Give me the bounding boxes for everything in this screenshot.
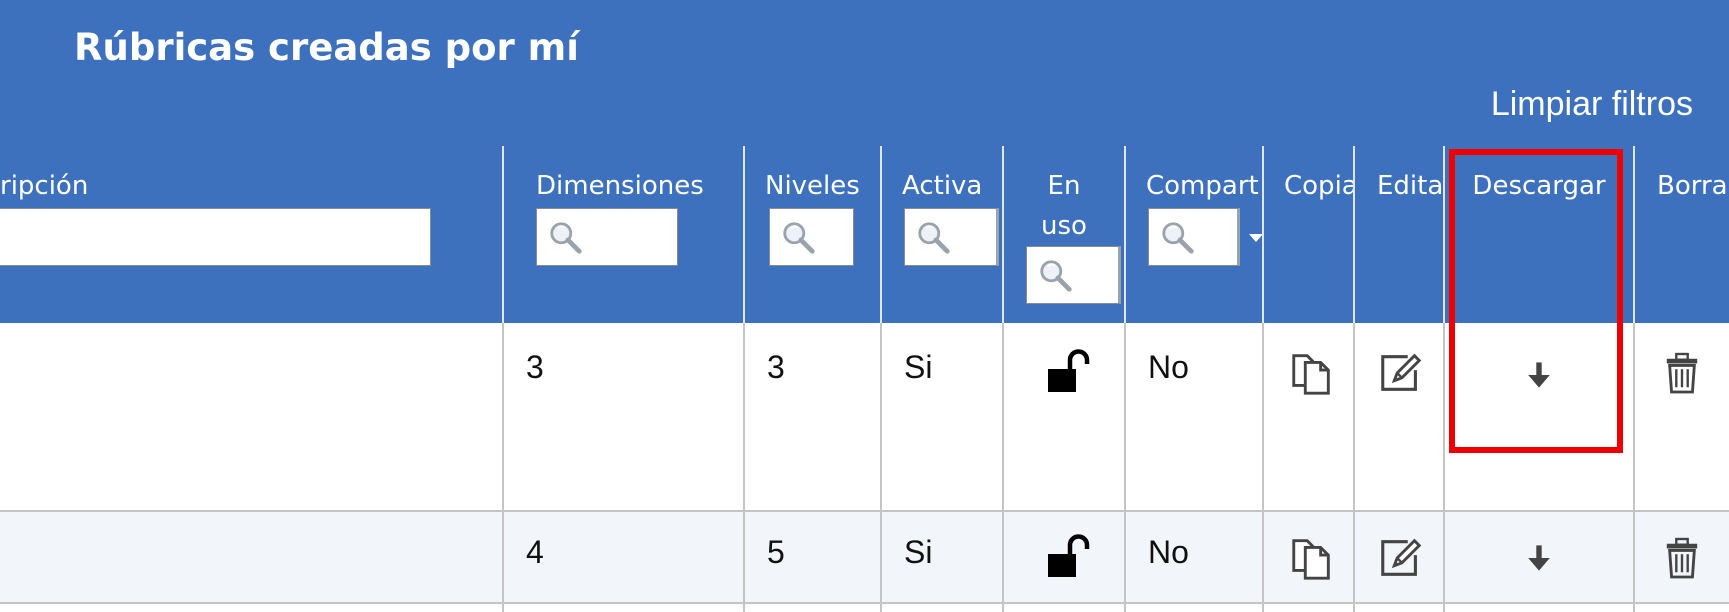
table-row-2-copiar [1262,512,1353,604]
table-row-2-activa: Si [880,512,1002,604]
unlocked-padlock-icon [1044,349,1094,395]
search-icon [1159,219,1197,257]
column-header-dimensiones[interactable]: Dimensiones [502,146,743,323]
column-label-dimensiones: Dimensiones [536,171,704,201]
column-header-descargar: Descargar [1443,146,1633,323]
chevron-down-icon[interactable] [1249,234,1262,242]
table-row-3-partial [1002,604,1124,612]
table-row-3-partial [880,604,1002,612]
table-row-3-partial [1633,604,1729,612]
unlocked-padlock-icon [1044,534,1094,580]
column-label-compartida: Compart [1146,171,1259,201]
activa-filter-select[interactable] [904,208,999,266]
search-icon [1037,257,1075,295]
table-row-3-partial [0,604,502,612]
row-1-niveles: 3 [767,349,785,385]
table-row-1-activa: Si [880,323,1002,512]
column-header-compartida[interactable]: Compart [1124,146,1262,323]
column-label-descripcion: ripción [0,171,89,201]
column-header-niveles[interactable]: Niveles [743,146,880,323]
en-uso-filter-select[interactable] [1026,246,1121,304]
row-1-compartida: No [1148,349,1189,385]
edit-icon[interactable] [1377,349,1425,397]
table-row-1-descargar [1443,323,1633,512]
page-title: Rúbricas creadas por mí [74,26,579,69]
row-1-activa: Si [904,349,933,385]
column-header-copiar: Copia [1262,146,1353,323]
niveles-filter-input[interactable] [769,208,854,266]
table-row-1-niveles: 3 [743,323,880,512]
table-row-3-partial [1443,604,1633,612]
copy-icon[interactable] [1288,349,1336,397]
table-row-3-partial [1262,604,1353,612]
trash-icon[interactable] [1663,351,1701,395]
compartida-filter-select[interactable] [1148,208,1240,266]
row-2-niveles: 5 [767,534,785,570]
column-label-editar: Edita [1377,171,1443,201]
column-header-editar: Edita [1353,146,1443,323]
table-row-2-editar [1353,512,1443,604]
row-2-dimensiones: 4 [526,534,544,570]
table-row-1-descripcion [0,323,502,512]
table-row-2-dimensiones: 4 [502,512,743,604]
table-row-1-dimensiones: 3 [502,323,743,512]
column-header-borrar: Borra [1633,146,1729,323]
table-row-2-descargar [1443,512,1633,604]
column-label-en-uso: En uso [1041,171,1087,241]
column-header-en-uso[interactable]: En uso [1002,146,1124,323]
descripcion-filter-input[interactable] [0,208,431,266]
column-label-copiar: Copia [1284,171,1353,201]
copy-icon[interactable] [1288,534,1336,582]
table-row-1-compartida: No [1124,323,1262,512]
rubricas-page: Rúbricas creadas por mí Limpiar filtros … [0,0,1729,612]
column-label-activa: Activa [902,171,983,201]
column-label-descargar: Descargar [1472,171,1606,201]
title-bar: Rúbricas creadas por mí Limpiar filtros [0,0,1729,146]
table-row-1-editar [1353,323,1443,512]
trash-icon[interactable] [1663,536,1701,580]
table-row-2-niveles: 5 [743,512,880,604]
table-row-3-partial [1124,604,1262,612]
column-header-activa[interactable]: Activa [880,146,1002,323]
table-row-3-partial [502,604,743,612]
table-row-3-partial [1353,604,1443,612]
download-arrow-icon[interactable] [1521,357,1557,393]
dimensiones-filter-input[interactable] [536,208,678,266]
row-1-dimensiones: 3 [526,349,544,385]
table-row-2-descripcion [0,512,502,604]
row-2-compartida: No [1148,534,1189,570]
column-header-descripcion: ripción [0,146,502,323]
download-arrow-icon[interactable] [1521,540,1557,576]
edit-icon[interactable] [1377,534,1425,582]
column-label-borrar: Borra [1657,171,1728,201]
table-row-2-compartida: No [1124,512,1262,604]
table-row-1-en-uso [1002,323,1124,512]
row-2-activa: Si [904,534,933,570]
table-row-3-partial [743,604,880,612]
search-icon [547,219,585,257]
search-icon [780,219,818,257]
clear-filters-link[interactable]: Limpiar filtros [1491,85,1693,124]
column-label-niveles: Niveles [765,171,860,201]
search-icon [915,219,953,257]
table-row-2-en-uso [1002,512,1124,604]
table-row-2-borrar [1633,512,1729,604]
table-row-1-copiar [1262,323,1353,512]
table-row-1-borrar [1633,323,1729,512]
